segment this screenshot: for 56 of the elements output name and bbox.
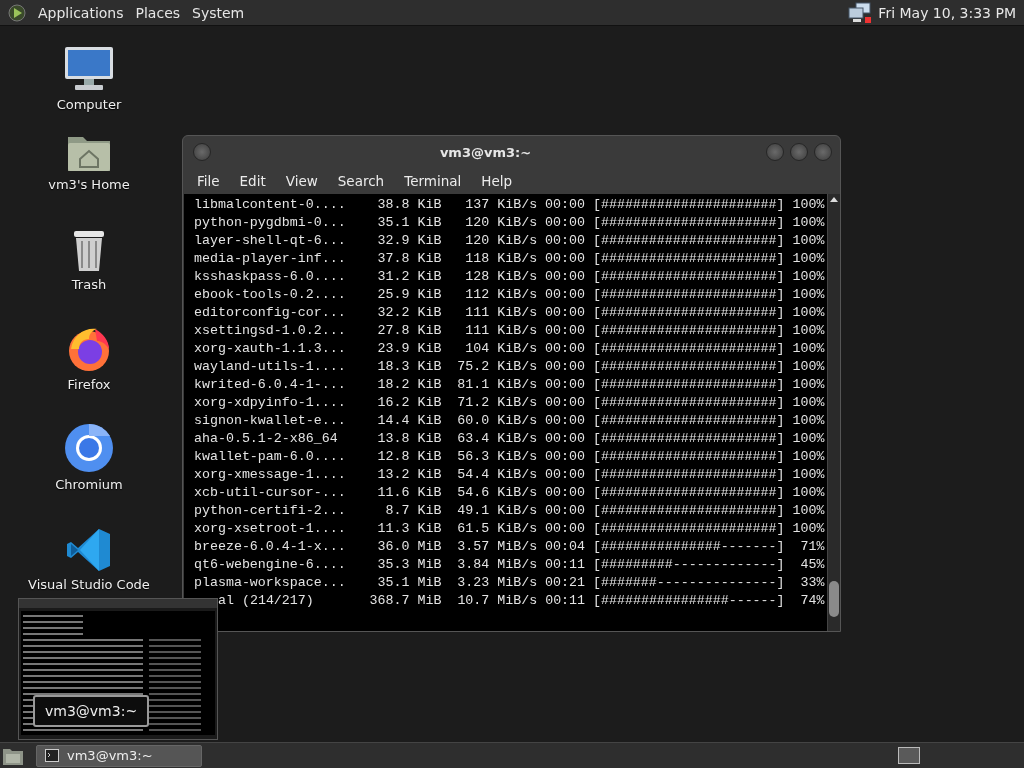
circle-logo-icon [64,423,114,473]
terminal-line: xorg-xauth-1.1.3... 23.9 KiB 104 KiB/s 00:00 [######################] 100% [194,340,825,358]
window-menu-button[interactable] [193,143,211,161]
panel-menu[interactable]: System [186,4,251,21]
scrollbar[interactable] [827,194,840,631]
terminal-line: wayland-utils-1.... 18.3 KiB 75.2 KiB/s 00:00 [######################] 100% [194,358,825,376]
desktop-icon-label[interactable]: Computer [56,97,122,112]
taskbar-task[interactable]: vm3@vm3:~ [36,744,202,767]
maximize-button[interactable] [790,143,808,161]
terminal-line: xorg-xsetroot-1.... 11.3 KiB 61.5 KiB/s 00:00 [######################] 100% [194,520,825,538]
desktop-icon-label[interactable]: Firefox [67,377,111,392]
terminal-icon [45,749,59,762]
terminal-line: kwrited-6.0.4-1-... 18.2 KiB 81.1 KiB/s 00:00 [######################] 100% [194,376,825,394]
desktop-icon-label[interactable]: Trash [71,277,107,292]
scroll-up-icon[interactable] [830,196,838,202]
monitor-icon [64,45,114,93]
workspace-switcher[interactable] [898,747,920,764]
terminal-line: signon-kwallet-e... 14.4 KiB 60.0 KiB/s 00:00 [######################] 100% [194,412,825,430]
minimize-button[interactable] [766,143,784,161]
terminal-line: kwallet-pam-6.0.... 12.8 KiB 56.3 KiB/s 00:00 [######################] 100% [194,448,825,466]
terminal-line: xorg-xdpyinfo-1.... 16.2 KiB 71.2 KiB/s 00:00 [######################] 100% [194,394,825,412]
terminal-line: libmalcontent-0.... 38.8 KiB 137 KiB/s 00:00 [######################] 100% [194,196,825,214]
terminal-line: xorg-xmessage-1.... 13.2 KiB 54.4 KiB/s 00:00 [######################] 100% [194,466,825,484]
terminal-line: python-pygdbmi-0... 35.1 KiB 120 KiB/s 00:00 [######################] 100% [194,214,825,232]
terminal-line: editorconfig-cor... 32.2 KiB 111 KiB/s 00:00 [######################] 100% [194,304,825,322]
panel-menu[interactable]: Applications [32,4,130,21]
terminal-line: media-player-inf... 37.8 KiB 118 KiB/s 00:00 [######################] 100% [194,250,825,268]
network-icon[interactable] [848,1,873,24]
window-title: vm3@vm3:~ [438,144,533,160]
close-button[interactable] [814,143,832,161]
terminal-line: plasma-workspace... 35.1 MiB 3.23 MiB/s 00:21 [#######---------------] 33% [194,574,825,592]
terminal-line: ksshaskpass-6.0.... 31.2 KiB 128 KiB/s 00:00 [######################] 100% [194,268,825,286]
scrollbar-thumb[interactable] [829,581,839,617]
panel-menu[interactable]: Places [129,4,187,21]
terminal-line: aha-0.5.1-2-x86_64 13.8 KiB 63.4 KiB/s 00:00 [######################] 100% [194,430,825,448]
preview-label: vm3@vm3:~ [33,695,150,727]
menu-item[interactable]: Search [327,173,395,189]
menu-item[interactable]: Help [471,173,523,189]
desktop-icon-label[interactable]: Visual Studio Code [28,577,150,592]
menu-item[interactable]: File [187,173,230,189]
menu-item[interactable]: View [275,173,328,189]
app-menu-icon[interactable] [8,3,26,22]
terminal-line: python-certifi-2... 8.7 KiB 49.1 KiB/s 00:00 [######################] 100% [194,502,825,520]
desktop-icon-label[interactable]: vm3's Home [48,177,130,192]
desktop-icon-label[interactable]: Chromium [55,477,123,492]
terminal-line: breeze-6.0.4-1-x... 36.0 MiB 3.57 MiB/s 00:04 [###############-------] 71% [194,538,825,556]
terminal-line: layer-shell-qt-6... 32.9 KiB 120 KiB/s 00:00 [######################] 100% [194,232,825,250]
terminal-line: xcb-util-cursor-... 11.6 KiB 54.6 KiB/s 00:00 [######################] 100% [194,484,825,502]
terminal-line: xsettingsd-1.0.2... 27.8 KiB 111 KiB/s 00:00 [######################] 100% [194,322,825,340]
clock[interactable]: Fri May 10, 3:33 PM [872,4,1024,21]
terminal-line: qt6-webengine-6.... 35.3 MiB 3.84 MiB/s 00:11 [#########-------------] 45% [194,556,825,574]
menu-item[interactable]: Terminal [394,173,472,189]
terminal-line: ebook-tools-0.2.... 25.9 KiB 112 KiB/s 00:00 [######################] 100% [194,286,825,304]
terminal-line: al (214/217) 368.7 MiB 10.7 MiB/s 00:11 [################------] 74% [217,592,825,610]
menu-item[interactable]: Edit [229,173,276,189]
ribbon-logo-icon [66,527,112,573]
